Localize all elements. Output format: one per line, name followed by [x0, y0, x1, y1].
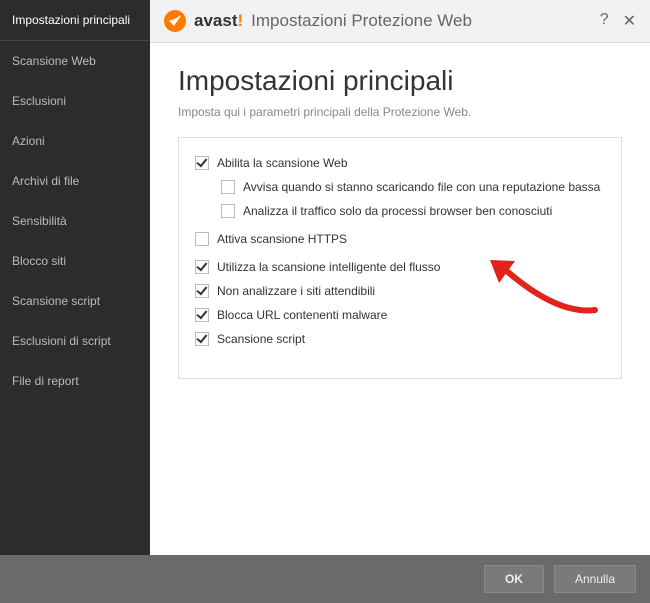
header-title: Impostazioni Protezione Web	[251, 11, 472, 31]
brand-text: avast!	[194, 11, 243, 31]
checkbox[interactable]	[195, 308, 209, 322]
ok-button[interactable]: OK	[484, 565, 544, 593]
sidebar-item-sensitivity[interactable]: Sensibilità	[0, 201, 150, 241]
checkbox[interactable]	[221, 180, 235, 194]
checkbox[interactable]	[195, 284, 209, 298]
option-enable-web-scan[interactable]: Abilita la scansione Web	[195, 156, 605, 170]
sidebar-item-site-blocking[interactable]: Blocco siti	[0, 241, 150, 281]
sidebar-item-report-files[interactable]: File di report	[0, 361, 150, 401]
close-icon[interactable]: ✕	[623, 11, 636, 31]
checkbox[interactable]	[195, 156, 209, 170]
options-panel: Abilita la scansione Web Avvisa quando s…	[178, 137, 622, 379]
option-script-scan[interactable]: Scansione script	[195, 332, 605, 346]
avast-logo-icon	[164, 10, 186, 32]
option-warn-low-reputation[interactable]: Avvisa quando si stanno scaricando file …	[221, 180, 605, 194]
option-known-browsers-only[interactable]: Analizza il traffico solo da processi br…	[221, 204, 605, 218]
sidebar-item-web-scan[interactable]: Scansione Web	[0, 41, 150, 81]
footer: OK Annulla	[0, 555, 650, 603]
option-enable-https-scan[interactable]: Attiva scansione HTTPS	[195, 232, 605, 246]
sidebar-item-script-exclusions[interactable]: Esclusioni di script	[0, 321, 150, 361]
checkbox[interactable]	[195, 260, 209, 274]
sidebar-item-file-archives[interactable]: Archivi di file	[0, 161, 150, 201]
checkbox[interactable]	[221, 204, 235, 218]
help-icon[interactable]: ?	[600, 11, 609, 31]
header: avast! Impostazioni Protezione Web ? ✕	[150, 0, 650, 43]
option-block-malware-urls[interactable]: Blocca URL contenenti malware	[195, 308, 605, 322]
page-subtitle: Imposta qui i parametri principali della…	[178, 105, 622, 119]
sidebar-item-main-settings[interactable]: Impostazioni principali	[0, 0, 150, 41]
option-skip-trusted-sites[interactable]: Non analizzare i siti attendibili	[195, 284, 605, 298]
sidebar-item-actions[interactable]: Azioni	[0, 121, 150, 161]
page-title: Impostazioni principali	[178, 65, 622, 97]
cancel-button[interactable]: Annulla	[554, 565, 636, 593]
option-smart-stream-scan[interactable]: Utilizza la scansione intelligente del f…	[195, 260, 605, 274]
sidebar-item-exclusions[interactable]: Esclusioni	[0, 81, 150, 121]
checkbox[interactable]	[195, 232, 209, 246]
checkbox[interactable]	[195, 332, 209, 346]
sidebar: Impostazioni principali Scansione Web Es…	[0, 0, 150, 555]
sidebar-item-script-scan[interactable]: Scansione script	[0, 281, 150, 321]
